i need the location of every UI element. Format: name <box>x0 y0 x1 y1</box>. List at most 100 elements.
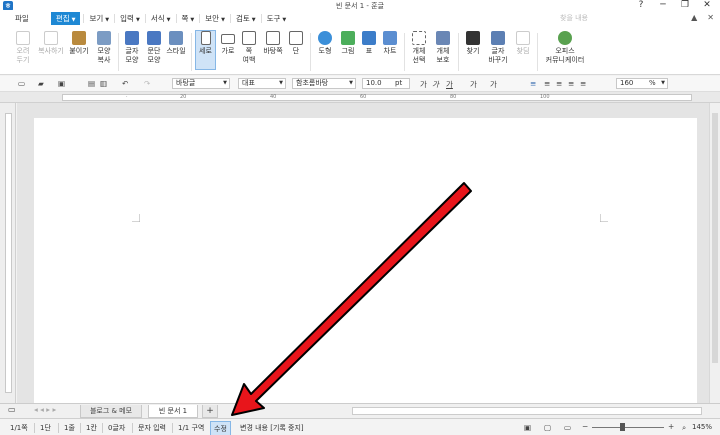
font-size-input[interactable]: 10.0 pt <box>362 78 410 89</box>
status-track-changes[interactable]: 변경 내용 [기록 중지] <box>240 423 304 433</box>
status-bar: 1/1쪽 1단 1줄 1칸 0글자 문자 입력 1/1 구역 수정 변경 내용 … <box>0 418 720 435</box>
horizontal-ruler[interactable]: · 20 40 60 80 100 <box>0 92 720 103</box>
format-toolbar: ▭ ▰ ▣ ▤ ▥ ↶ ↷ 바탕글 ▼ 대표 ▼ 함초롬바탕 ▼ 10.0 pt 가 가… <box>0 76 720 92</box>
status-column: 1단 <box>40 424 51 432</box>
zoom-magnifier-icon[interactable]: ⌕ <box>682 423 686 433</box>
column-button[interactable]: 단 <box>287 31 305 56</box>
menu-file[interactable]: 파일 <box>10 12 34 25</box>
help-icon[interactable]: ? <box>634 0 648 10</box>
goto-button[interactable]: 찾딤 <box>513 31 533 56</box>
tab-document[interactable]: 빈 문서 1 <box>148 405 198 418</box>
view-normal-icon[interactable]: ▣ <box>524 423 531 432</box>
italic-icon[interactable]: 가 <box>432 79 439 90</box>
memo-panel-icon[interactable]: ▭ <box>8 405 16 414</box>
protect-object-icon <box>436 31 450 45</box>
save-icon[interactable]: ▣ <box>58 79 65 88</box>
ribbon-toolbar: 오려 두기 복사하기 붙이기 모양 복사 글자 모양 문단 모양 스타일 세로 가로 쪽… <box>0 27 720 75</box>
communicator-icon <box>558 31 572 45</box>
menu-page[interactable]: 쪽 ▼ <box>177 12 200 25</box>
picture-button[interactable]: 그림 <box>337 31 359 56</box>
view-page-icon[interactable]: ▢ <box>544 423 551 432</box>
minimize-button[interactable]: ─ <box>656 0 670 10</box>
redo-icon[interactable]: ↷ <box>144 79 150 88</box>
shape-icon <box>318 31 332 45</box>
zoom-slider[interactable] <box>592 427 664 428</box>
strike-icon[interactable]: 가 <box>470 79 477 90</box>
table-button[interactable]: 표 <box>360 31 378 56</box>
view-web-icon[interactable]: ▭ <box>564 423 571 432</box>
add-tab-button[interactable]: + <box>202 405 218 418</box>
style-button[interactable]: 스타일 <box>165 31 187 56</box>
landscape-page-icon <box>221 34 235 44</box>
preview-icon[interactable]: ▥ <box>100 79 107 88</box>
zoom-out-icon[interactable]: − <box>582 422 588 431</box>
status-input-mode[interactable]: 문자 입력 <box>138 423 166 433</box>
object-protect-button[interactable]: 개체 보호 <box>432 31 454 65</box>
crop-mark-tl <box>132 214 140 222</box>
search-input[interactable]: 찾을 내용 <box>560 13 608 24</box>
align-justify-icon[interactable]: ≡ <box>530 79 536 88</box>
style-select[interactable]: 바탕글 ▼ <box>172 78 230 89</box>
zoom-select[interactable]: 160% ▼ <box>616 78 668 89</box>
object-select-button[interactable]: 개체 선택 <box>408 31 430 65</box>
portrait-button[interactable]: 세로 <box>195 30 216 70</box>
status-page: 1/1쪽 <box>10 424 28 432</box>
crop-mark-tr <box>600 214 608 222</box>
char-shape-button[interactable]: 글자 모양 <box>121 31 143 65</box>
shape-copy-button[interactable]: 모양 복사 <box>92 31 116 65</box>
status-line: 1줄 <box>64 424 75 432</box>
tab-nav-icon[interactable]: ◂ ◂ ▸ ▸ <box>34 405 56 414</box>
align-left-icon[interactable]: ≡ <box>544 79 550 88</box>
cut-button[interactable]: 오려 두기 <box>10 31 36 65</box>
chart-button[interactable]: 차트 <box>379 31 401 56</box>
shape-button[interactable]: 도형 <box>314 31 336 56</box>
superscript-icon[interactable]: 가 <box>490 79 497 90</box>
font-select[interactable]: 함초롬바탕 ▼ <box>292 78 356 89</box>
horizontal-scrollbar[interactable] <box>352 407 702 415</box>
close-button[interactable]: ✕ <box>700 0 714 10</box>
paste-button[interactable]: 붙이기 <box>66 31 92 56</box>
align-distribute-icon[interactable]: ≡ <box>580 79 586 88</box>
print-icon[interactable]: ▤ <box>88 79 95 88</box>
menu-tools[interactable]: 도구 ▼ <box>262 12 292 25</box>
vertical-scrollbar[interactable] <box>709 103 720 403</box>
status-edit-mode[interactable]: 수정 <box>210 421 231 435</box>
menu-format[interactable]: 서식 ▼ <box>146 12 176 25</box>
style-icon <box>169 31 183 45</box>
open-folder-icon[interactable]: ▰ <box>38 79 44 88</box>
undo-icon[interactable]: ↶ <box>122 79 128 88</box>
window-controls: ? ─ ❐ ✕ <box>634 0 714 10</box>
menu-edit[interactable]: 편집 ▼ <box>50 12 81 25</box>
document-page[interactable] <box>34 118 697 408</box>
menu-review[interactable]: 검토 ▼ <box>231 12 261 25</box>
align-right-icon[interactable]: ≡ <box>568 79 574 88</box>
background-page-button[interactable]: 바탕쪽 <box>260 31 286 56</box>
page-margin-button[interactable]: 쪽 여백 <box>238 31 260 65</box>
picture-icon <box>341 31 355 45</box>
align-center-icon[interactable]: ≡ <box>556 79 562 88</box>
landscape-button[interactable]: 가로 <box>218 31 238 56</box>
maximize-button[interactable]: ❐ <box>678 0 692 10</box>
underline-icon[interactable]: 가 <box>446 79 453 90</box>
vertical-ruler[interactable] <box>0 103 16 403</box>
language-select[interactable]: 대표 ▼ <box>238 78 286 89</box>
zoom-slider-handle[interactable] <box>620 423 625 431</box>
para-shape-button[interactable]: 문단 모양 <box>143 31 165 65</box>
replace-icon <box>491 31 505 45</box>
new-doc-icon[interactable]: ▭ <box>18 79 25 88</box>
goto-icon <box>516 31 530 45</box>
copy-button[interactable]: 복사하기 <box>36 31 66 56</box>
menu-view[interactable]: 보기 ▼ <box>84 12 114 25</box>
zoom-in-icon[interactable]: + <box>668 422 674 431</box>
menu-insert[interactable]: 입력 ▼ <box>115 12 145 25</box>
bold-icon[interactable]: 가 <box>420 79 427 90</box>
menu-security[interactable]: 보안 ▼ <box>200 12 230 25</box>
collapse-ribbon-icon[interactable]: ▲ <box>691 13 697 22</box>
find-button[interactable]: 찾기 <box>462 31 484 56</box>
close-doc-icon[interactable]: ✕ <box>707 13 714 22</box>
office-communicator-button[interactable]: 오피스 커뮤니케이터 <box>543 31 587 65</box>
status-col: 1칸 <box>86 424 97 432</box>
replace-button[interactable]: 글자 바꾸기 <box>486 31 510 65</box>
tab-blog-memo[interactable]: 블로그 & 메모 <box>80 405 142 418</box>
binoculars-icon <box>466 31 480 45</box>
